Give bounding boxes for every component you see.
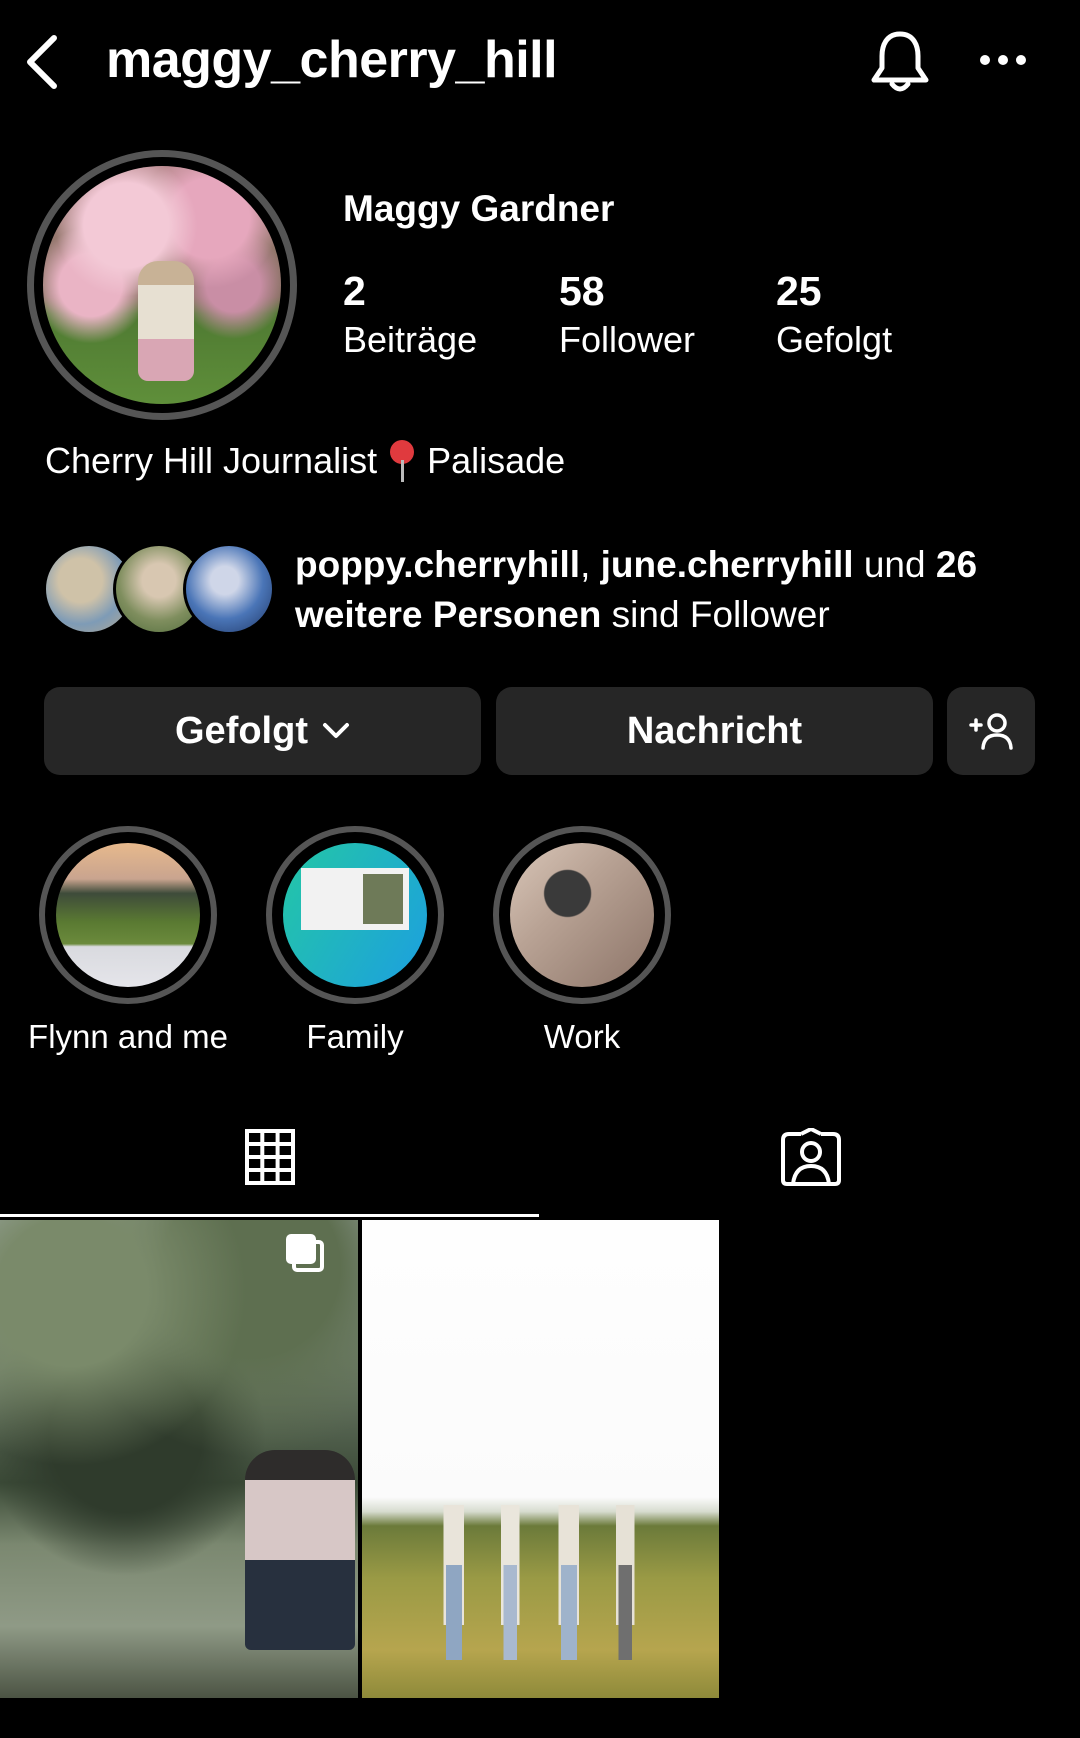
profile-username: maggy_cherry_hill — [106, 31, 558, 89]
post-photo-subject — [245, 1450, 355, 1650]
tagged-person-icon — [781, 1127, 841, 1186]
post-thumbnail[interactable] — [0, 1220, 358, 1698]
tab-posts-grid[interactable] — [244, 1128, 296, 1186]
stat-posts-count: 2 — [343, 268, 366, 314]
highlight-label: Work — [543, 1018, 621, 1055]
more-horizontal-icon — [980, 55, 1026, 65]
followers-suffix: sind Follower — [601, 594, 830, 635]
highlight-label: Flynn and me — [28, 1018, 228, 1055]
highlight-work[interactable]: Work — [492, 826, 672, 1056]
chevron-down-icon — [322, 723, 349, 738]
location-pin-icon — [387, 440, 417, 482]
highlight-label: Family — [306, 1018, 404, 1055]
back-button[interactable] — [18, 28, 68, 92]
bell-icon — [871, 31, 929, 92]
avatar — [183, 543, 275, 635]
post-photo-detail — [432, 1565, 662, 1660]
post-thumbnail[interactable] — [362, 1220, 719, 1698]
stat-posts[interactable]: 2 Beiträge — [343, 268, 477, 361]
stat-followers[interactable]: 58 Follower — [559, 268, 695, 361]
profile-photo — [43, 166, 281, 404]
suggested-users-button[interactable] — [947, 687, 1035, 775]
following-button[interactable]: Gefolgt — [44, 687, 481, 775]
profile-full-name: Maggy Gardner — [343, 188, 615, 229]
separator: , — [580, 544, 601, 585]
stat-followers-label: Follower — [559, 319, 696, 360]
profile-bio: Cherry Hill Journalist Palisade — [45, 440, 565, 482]
mutual-follower-2[interactable]: june.cherryhill — [601, 544, 854, 585]
message-button-label: Nachricht — [626, 709, 803, 752]
highlight-cover — [283, 843, 427, 987]
grid-icon — [245, 1129, 295, 1185]
bio-text: Cherry Hill Journalist — [45, 440, 378, 481]
stat-followers-count: 58 — [559, 268, 605, 314]
tab-tagged[interactable] — [779, 1127, 843, 1188]
highlight-family[interactable]: Family — [265, 826, 445, 1056]
notifications-button[interactable] — [868, 28, 932, 94]
active-tab-indicator — [0, 1214, 539, 1217]
following-button-label: Gefolgt — [175, 709, 308, 752]
highlight-cover — [56, 843, 200, 987]
stat-following-label: Gefolgt — [776, 319, 893, 360]
message-button[interactable]: Nachricht — [496, 687, 933, 775]
highlight-cover — [510, 843, 654, 987]
and-word: und — [853, 544, 936, 585]
profile-picture[interactable] — [27, 150, 297, 420]
bio-location: Palisade — [427, 440, 566, 481]
mutual-followers-avatars[interactable] — [43, 543, 275, 635]
stat-following[interactable]: 25 Gefolgt — [776, 268, 892, 361]
stat-following-count: 25 — [776, 268, 822, 314]
multiple-photos-icon — [286, 1234, 324, 1272]
add-person-icon — [969, 713, 1013, 750]
mutual-follower-1[interactable]: poppy.cherryhill — [295, 544, 580, 585]
highlight-flynn-and-me[interactable]: Flynn and me — [28, 826, 228, 1056]
mutual-followers-text[interactable]: poppy.cherryhill, june.cherryhill und 26… — [295, 540, 1055, 640]
stat-posts-label: Beiträge — [343, 319, 478, 360]
more-options-button[interactable] — [978, 48, 1028, 72]
chevron-left-icon — [27, 35, 57, 89]
